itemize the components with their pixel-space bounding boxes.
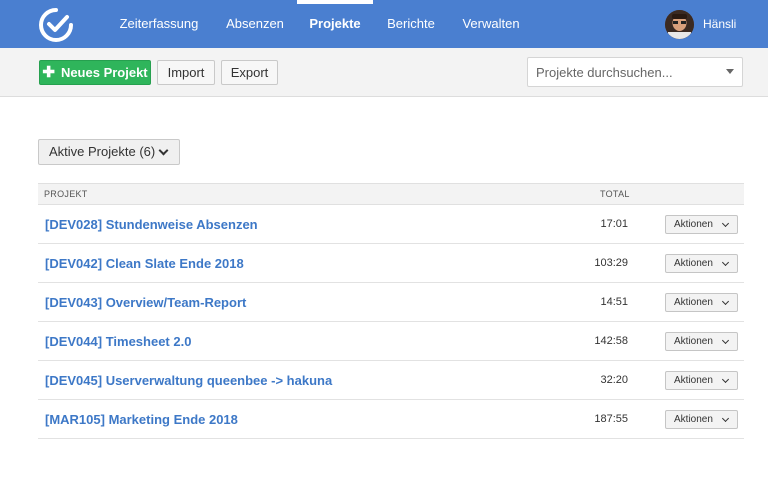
actions-dropdown-button[interactable]: Aktionen [665, 254, 738, 273]
actions-label: Aktionen [674, 414, 713, 425]
nav-projekte[interactable]: Projekte [297, 0, 373, 48]
user-name[interactable]: Hänsli [703, 0, 736, 48]
nav-zeiterfassung[interactable]: Zeiterfassung [110, 0, 208, 48]
table-row: [DEV045] Userverwaltung queenbee -> haku… [38, 361, 744, 400]
new-project-label: Neues Projekt [60, 65, 148, 80]
table-row: [DEV042] Clean Slate Ende 2018 103:29 Ak… [38, 244, 744, 283]
export-button[interactable]: Export [221, 60, 278, 85]
project-link[interactable]: [MAR105] Marketing Ende 2018 [45, 412, 238, 427]
project-table-body: [DEV028] Stundenweise Absenzen 17:01 Akt… [38, 205, 744, 439]
project-link[interactable]: [DEV043] Overview/Team-Report [45, 295, 246, 310]
nav-verwalten[interactable]: Verwalten [452, 0, 530, 48]
chevron-down-icon [721, 375, 730, 384]
project-link[interactable]: [DEV045] Userverwaltung queenbee -> haku… [45, 373, 332, 388]
new-project-button[interactable]: ✚ Neues Projekt [39, 60, 151, 85]
project-link[interactable]: [DEV044] Timesheet 2.0 [45, 334, 191, 349]
project-search-select[interactable] [527, 57, 743, 87]
actions-dropdown-button[interactable]: Aktionen [665, 215, 738, 234]
actions-dropdown-button[interactable]: Aktionen [665, 410, 738, 429]
actions-label: Aktionen [674, 375, 713, 386]
caret-down-icon[interactable] [726, 69, 734, 74]
table-header: PROJEKT TOTAL [38, 183, 744, 205]
table-row: [DEV028] Stundenweise Absenzen 17:01 Akt… [38, 205, 744, 244]
import-button[interactable]: Import [157, 60, 215, 85]
project-link[interactable]: [DEV042] Clean Slate Ende 2018 [45, 256, 244, 271]
actions-dropdown-button[interactable]: Aktionen [665, 293, 738, 312]
search-input[interactable] [536, 58, 716, 86]
table-row: [DEV043] Overview/Team-Report 14:51 Akti… [38, 283, 744, 322]
chevron-down-icon [721, 219, 730, 228]
avatar-portrait-icon [665, 10, 694, 39]
plus-icon: ✚ [42, 64, 55, 81]
top-navbar: Zeiterfassung Absenzen Projekte Berichte… [0, 0, 768, 48]
app-logo-icon[interactable] [36, 6, 76, 42]
toolbar: ✚ Neues Projekt Import Export [0, 48, 768, 97]
project-filter-dropdown[interactable]: Aktive Projekte (6) [38, 139, 180, 165]
chevron-down-icon [721, 297, 730, 306]
actions-dropdown-button[interactable]: Aktionen [665, 371, 738, 390]
column-header-project: PROJEKT [44, 189, 88, 199]
chevron-down-icon [721, 258, 730, 267]
actions-label: Aktionen [674, 258, 713, 269]
project-total: 17:01 [600, 218, 628, 230]
project-total: 32:20 [600, 374, 628, 386]
chevron-down-icon [721, 414, 730, 423]
chevron-down-icon [158, 145, 169, 156]
project-total: 103:29 [594, 257, 628, 269]
table-row: [DEV044] Timesheet 2.0 142:58 Aktionen [38, 322, 744, 361]
actions-label: Aktionen [674, 297, 713, 308]
column-header-total: TOTAL [600, 189, 630, 199]
actions-label: Aktionen [674, 336, 713, 347]
nav-berichte[interactable]: Berichte [378, 0, 444, 48]
nav-absenzen[interactable]: Absenzen [216, 0, 294, 48]
actions-dropdown-button[interactable]: Aktionen [665, 332, 738, 351]
project-link[interactable]: [DEV028] Stundenweise Absenzen [45, 217, 258, 232]
project-total: 187:55 [594, 413, 628, 425]
table-row: [MAR105] Marketing Ende 2018 187:55 Akti… [38, 400, 744, 439]
project-total: 142:58 [594, 335, 628, 347]
user-avatar[interactable] [665, 10, 694, 39]
actions-label: Aktionen [674, 219, 713, 230]
chevron-down-icon [721, 336, 730, 345]
project-total: 14:51 [600, 296, 628, 308]
filter-label: Aktive Projekte (6) [49, 144, 156, 159]
